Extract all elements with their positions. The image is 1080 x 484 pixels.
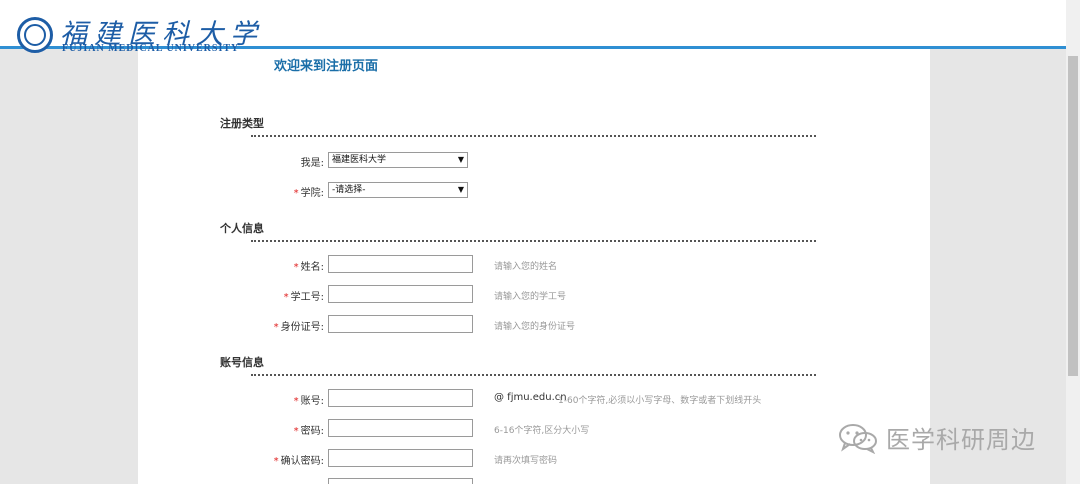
college-select-value: -请选择- bbox=[332, 185, 366, 195]
required-mark: * bbox=[293, 188, 299, 199]
id-number-hint: 请输入您的身份证号 bbox=[494, 322, 576, 332]
staff-id-hint: 请输入您的学工号 bbox=[494, 292, 567, 302]
name-input[interactable] bbox=[328, 255, 473, 273]
account-domain-suffix: @ fjmu.edu.cn bbox=[494, 392, 567, 403]
account-hint: 1-60个字符,必须以小写字母、数字或者下划线开头 bbox=[558, 396, 762, 406]
confirm-password-label: * 确认密码: bbox=[252, 452, 324, 467]
staff-id-input[interactable] bbox=[328, 285, 473, 303]
id-number-input[interactable] bbox=[328, 315, 473, 333]
name-label: * 姓名: bbox=[252, 258, 324, 273]
required-mark: * bbox=[293, 262, 299, 273]
page-title: 欢迎来到注册页面 bbox=[274, 59, 379, 74]
section-divider bbox=[251, 240, 816, 242]
account-input[interactable] bbox=[328, 389, 473, 407]
identity-label: 我是: bbox=[252, 154, 324, 169]
section-divider bbox=[251, 374, 816, 376]
password-input[interactable] bbox=[328, 419, 473, 437]
password-hint: 6-16个字符,区分大小写 bbox=[494, 426, 590, 436]
dropdown-arrow-icon: ▼ bbox=[457, 155, 464, 164]
college-select[interactable]: -请选择- ▼ bbox=[328, 182, 468, 198]
password-label: * 密码: bbox=[252, 422, 324, 437]
account-label: * 账号: bbox=[252, 392, 324, 407]
university-logo-en: FUJIAN MEDICAL UNIVERSITY bbox=[62, 43, 240, 54]
staff-id-label: * 学工号: bbox=[252, 288, 324, 303]
confirm-password-input[interactable] bbox=[328, 449, 473, 467]
name-hint: 请输入您的姓名 bbox=[494, 262, 558, 272]
required-mark: * bbox=[273, 322, 279, 333]
staff-id-label-text: 学工号: bbox=[290, 292, 324, 303]
college-label-text: 学院: bbox=[300, 188, 324, 199]
required-mark: * bbox=[293, 426, 299, 437]
university-seal-icon bbox=[17, 17, 53, 53]
section-title-registration-type: 注册类型 bbox=[220, 117, 264, 130]
next-field-input[interactable] bbox=[328, 478, 473, 484]
college-label: * 学院: bbox=[252, 184, 324, 199]
identity-label-text: 我是: bbox=[300, 158, 324, 169]
section-title-personal-info: 个人信息 bbox=[220, 222, 264, 235]
id-number-label-text: 身份证号: bbox=[280, 322, 324, 333]
required-mark: * bbox=[293, 396, 299, 407]
seal-inner-ring bbox=[24, 24, 46, 46]
form-panel bbox=[138, 0, 930, 484]
identity-select[interactable]: 福建医科大学 ▼ bbox=[328, 152, 468, 168]
wechat-icon bbox=[839, 423, 877, 454]
watermark: 医学科研周边 bbox=[836, 420, 1036, 455]
section-title-account-info: 账号信息 bbox=[220, 356, 264, 369]
id-number-label: * 身份证号: bbox=[252, 318, 324, 333]
confirm-password-hint: 请再次填写密码 bbox=[494, 456, 558, 466]
dropdown-arrow-icon: ▼ bbox=[457, 185, 464, 194]
required-mark: * bbox=[273, 456, 279, 467]
section-divider bbox=[251, 135, 816, 137]
required-mark: * bbox=[283, 292, 289, 303]
page-scrollbar-thumb[interactable] bbox=[1068, 56, 1078, 376]
watermark-text: 医学科研周边 bbox=[886, 426, 1036, 454]
confirm-password-label-text: 确认密码: bbox=[280, 456, 324, 467]
identity-select-value: 福建医科大学 bbox=[332, 155, 387, 165]
account-label-text: 账号: bbox=[300, 396, 324, 407]
password-label-text: 密码: bbox=[300, 426, 324, 437]
name-label-text: 姓名: bbox=[300, 262, 324, 273]
